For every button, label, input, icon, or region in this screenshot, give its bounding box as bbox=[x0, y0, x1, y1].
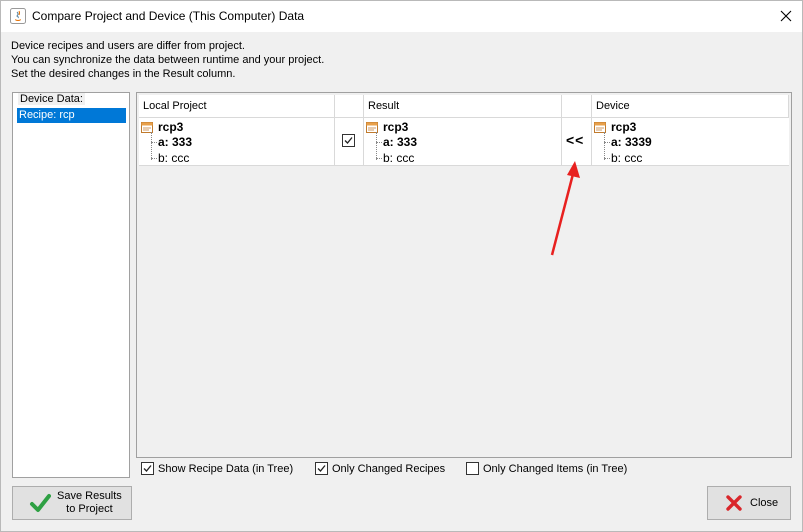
value-a: a: 333 bbox=[383, 135, 418, 149]
checkbox-label: Show Recipe Data (in Tree) bbox=[158, 462, 294, 475]
tree-root: rcp3 bbox=[141, 120, 192, 134]
checkbox-box[interactable] bbox=[315, 462, 328, 475]
tree-connector bbox=[376, 142, 382, 143]
device-data-list[interactable]: Recipe: rcp bbox=[17, 108, 126, 123]
recipe-name: rcp3 bbox=[158, 120, 184, 134]
intro-line: You can synchronize the data between run… bbox=[11, 54, 325, 66]
save-label-line: Save Results bbox=[57, 490, 122, 502]
column-header-device[interactable]: Device bbox=[592, 95, 789, 118]
recipe-tree: rcp3 a: 333 b: ccc bbox=[366, 120, 417, 166]
value-b: b: ccc bbox=[158, 151, 190, 165]
tree-node-a: a: 333 bbox=[366, 134, 417, 150]
save-button-label: Save Results to Project bbox=[57, 490, 122, 516]
tree-connector bbox=[376, 158, 382, 159]
checkbox-label: Only Changed Items (in Tree) bbox=[483, 462, 628, 475]
title-bar: Compare Project and Device (This Compute… bbox=[1, 1, 802, 32]
tree-root: rcp3 bbox=[594, 120, 652, 134]
checkbox-box[interactable] bbox=[466, 462, 479, 475]
show-recipe-tree-checkbox[interactable]: Show Recipe Data (in Tree) bbox=[141, 461, 293, 476]
cell-action[interactable]: << bbox=[562, 118, 592, 166]
tree-node-a: a: 333 bbox=[141, 134, 192, 150]
checkmark-icon bbox=[344, 137, 353, 144]
recipe-tree: rcp3 a: 333 b: ccc bbox=[141, 120, 192, 166]
checkmark-icon bbox=[143, 465, 152, 472]
green-check-icon bbox=[30, 494, 51, 512]
tree-node-b: b: ccc bbox=[141, 150, 192, 166]
take-device-value-button[interactable]: << bbox=[566, 132, 584, 148]
tree-node-a: a: 3339 bbox=[594, 134, 652, 150]
value-b: b: ccc bbox=[611, 151, 643, 165]
recipe-name: rcp3 bbox=[611, 120, 637, 134]
save-results-button[interactable]: Save Results to Project bbox=[12, 486, 132, 520]
compare-dialog: Compare Project and Device (This Compute… bbox=[0, 0, 803, 532]
close-button-label: Close bbox=[750, 497, 779, 509]
value-b: b: ccc bbox=[383, 151, 415, 165]
checkbox-label: Only Changed Recipes bbox=[332, 462, 446, 475]
device-data-legend: Device Data: bbox=[18, 93, 85, 105]
filter-options: Show Recipe Data (in Tree) Only Changed … bbox=[136, 458, 792, 479]
tree-root: rcp3 bbox=[366, 120, 417, 134]
device-data-panel bbox=[12, 92, 130, 478]
intro-line: Device recipes and users are differ from… bbox=[11, 40, 245, 52]
column-header-local[interactable]: Local Project bbox=[139, 95, 335, 118]
accept-local-checkbox[interactable] bbox=[342, 134, 355, 147]
tree-connector bbox=[604, 142, 610, 143]
table-row[interactable]: rcp3 a: 333 b: ccc rcp3 a: 333 b: ccc <<… bbox=[139, 118, 789, 166]
save-label-line: to Project bbox=[66, 503, 113, 515]
close-button[interactable]: Close bbox=[707, 486, 791, 520]
close-icon bbox=[780, 10, 792, 22]
compare-table: Local Project Result Device rcp3 a: 333 … bbox=[136, 92, 792, 458]
value-a: a: 333 bbox=[158, 135, 193, 149]
only-changed-recipes-checkbox[interactable]: Only Changed Recipes bbox=[315, 461, 445, 476]
tree-connector bbox=[604, 158, 610, 159]
red-x-icon bbox=[726, 495, 742, 511]
only-changed-items-checkbox[interactable]: Only Changed Items (in Tree) bbox=[466, 461, 627, 476]
recipe-name: rcp3 bbox=[383, 120, 409, 134]
cell-device[interactable]: rcp3 a: 3339 b: ccc bbox=[592, 118, 789, 166]
intro-line: Set the desired changes in the Result co… bbox=[11, 68, 236, 80]
intro-text: Device recipes and users are differ from… bbox=[11, 39, 324, 81]
cell-result[interactable]: rcp3 a: 333 b: ccc bbox=[364, 118, 562, 166]
tree-connector bbox=[151, 142, 157, 143]
cell-check[interactable] bbox=[335, 118, 364, 166]
window-title: Compare Project and Device (This Compute… bbox=[32, 9, 305, 23]
tree-node-b: b: ccc bbox=[594, 150, 652, 166]
java-app-icon bbox=[10, 8, 26, 24]
column-header-check[interactable] bbox=[335, 95, 364, 118]
window-close-button[interactable] bbox=[771, 5, 801, 27]
value-a: a: 3339 bbox=[611, 135, 652, 149]
column-header-result[interactable]: Result bbox=[364, 95, 562, 118]
tree-node-b: b: ccc bbox=[366, 150, 417, 166]
checkmark-icon bbox=[317, 465, 326, 472]
cell-local-project[interactable]: rcp3 a: 333 b: ccc bbox=[139, 118, 335, 166]
device-item-recipe-rcp[interactable]: Recipe: rcp bbox=[17, 108, 126, 123]
recipe-tree: rcp3 a: 3339 b: ccc bbox=[594, 120, 652, 166]
column-header-action[interactable] bbox=[562, 95, 592, 118]
tree-connector bbox=[151, 158, 157, 159]
checkbox-box[interactable] bbox=[141, 462, 154, 475]
